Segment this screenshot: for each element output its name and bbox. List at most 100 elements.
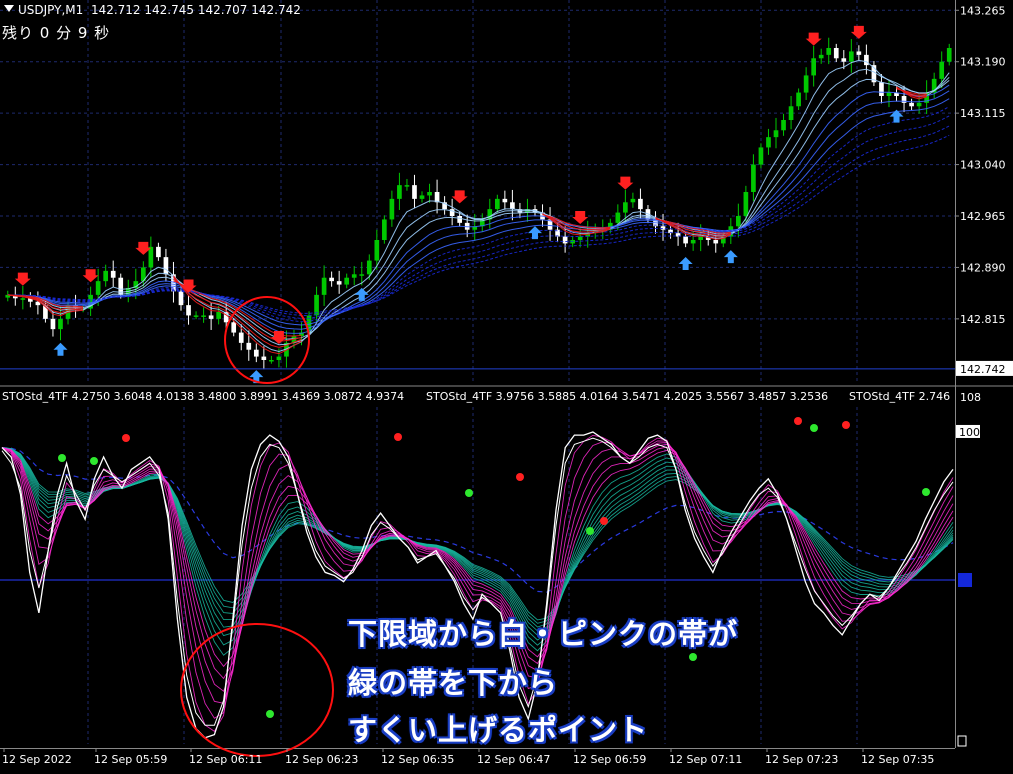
annotation-line-3: すくい上げるポイント xyxy=(348,707,648,749)
price-axis-label: 143.190 xyxy=(960,56,1006,69)
candle-body xyxy=(179,291,184,305)
ma-line xyxy=(8,60,949,351)
time-axis-label: 12 Sep 07:11 xyxy=(669,753,742,766)
green-cross-dot xyxy=(266,710,274,718)
candle-body xyxy=(887,93,892,96)
candle-body xyxy=(834,48,839,58)
red-cross-dot xyxy=(122,434,130,442)
candle-body xyxy=(412,185,417,199)
candle-body xyxy=(164,257,169,274)
annotation-line-1: 下限域から白・ピンクの帯が xyxy=(348,611,738,653)
buy-arrow-icon xyxy=(528,226,542,239)
candle-body xyxy=(947,48,952,62)
ma-ribbon xyxy=(8,60,949,353)
green-cross-dot xyxy=(58,454,66,462)
candle-body xyxy=(194,315,199,317)
ma-red-segment xyxy=(580,234,588,235)
highlight-circle-price xyxy=(225,297,309,383)
green-cross-dot xyxy=(922,488,930,496)
candle-body xyxy=(766,137,771,147)
annotation-line-2: 緑の帯を下から xyxy=(348,660,558,702)
candle-body xyxy=(841,58,846,61)
green-cross-dot xyxy=(586,527,594,535)
candle-body xyxy=(909,103,914,106)
time-axis-label: 12 Sep 05:59 xyxy=(94,753,167,766)
candle-body xyxy=(201,315,206,317)
price-axis-label: 143.115 xyxy=(960,107,1006,120)
price-axis-label: 143.265 xyxy=(960,4,1006,17)
red-cross-dot xyxy=(794,417,802,425)
indicator-label-1: STOStd_4TF 4.2750 3.6048 4.0138 3.4800 3… xyxy=(2,390,404,403)
buy-arrow-icon xyxy=(53,343,67,356)
candle-body xyxy=(111,271,116,278)
candle-body xyxy=(796,93,801,107)
ma-red-segment xyxy=(68,309,76,310)
ma-line xyxy=(8,99,949,325)
candle-body xyxy=(390,199,395,220)
candle-body xyxy=(420,195,425,198)
ma-red-segment xyxy=(716,233,724,234)
price-axis-label: 142.890 xyxy=(960,261,1006,274)
candle-body xyxy=(352,274,357,277)
candle-body xyxy=(495,199,500,209)
candle-body xyxy=(616,213,621,223)
lock-icon xyxy=(958,736,966,746)
candle-body xyxy=(857,51,862,54)
time-axis-label: 12 Sep 07:23 xyxy=(765,753,838,766)
candle-body xyxy=(879,82,884,96)
candle-body xyxy=(277,357,282,360)
candle-body xyxy=(736,216,741,226)
candle-body xyxy=(262,357,267,360)
chart-canvas[interactable]: 143.265143.190143.115143.040142.965142.8… xyxy=(0,0,1013,770)
candles xyxy=(5,38,951,370)
candle-body xyxy=(503,199,508,202)
candle-body xyxy=(359,274,364,276)
ma-line xyxy=(8,79,949,339)
candle-body xyxy=(374,240,379,261)
sto-axis-label: 108 xyxy=(960,391,981,404)
candle-body xyxy=(623,202,628,212)
indicator-label-3: STOStd_4TF 2.746 xyxy=(849,390,950,403)
green-cross-dot xyxy=(465,489,473,497)
candle-body xyxy=(563,237,568,244)
candle-body xyxy=(691,240,696,243)
price-axis-label: 142.965 xyxy=(960,210,1006,223)
candle-body xyxy=(149,247,154,268)
candle-body xyxy=(254,350,259,357)
time-axis-label: 12 Sep 06:59 xyxy=(573,753,646,766)
candle-body xyxy=(269,360,274,362)
candle-body xyxy=(789,106,794,120)
ma-red-segment xyxy=(211,307,219,308)
candle-body xyxy=(96,281,101,295)
candle-body xyxy=(103,271,108,281)
candle-body xyxy=(781,120,786,130)
chart-window[interactable]: 143.265143.190143.115143.040142.965142.8… xyxy=(0,0,1013,770)
sell-arrow-icon xyxy=(572,211,588,224)
candle-body xyxy=(51,319,56,329)
dropdown-triangle-icon[interactable] xyxy=(4,5,14,12)
candle-body xyxy=(631,199,636,202)
candle-body xyxy=(849,51,854,61)
ohlc-values: 142.712 142.745 142.707 142.742 xyxy=(91,3,301,17)
candle-body xyxy=(322,278,327,295)
candle-body xyxy=(216,312,221,319)
candle-body xyxy=(751,165,756,192)
candle-body xyxy=(744,192,749,216)
candle-body xyxy=(156,247,161,257)
candle-body xyxy=(917,103,922,106)
candle-body xyxy=(939,62,944,79)
candle-body xyxy=(811,58,816,75)
sto-axis-label: 100 xyxy=(959,426,980,439)
candle-body xyxy=(819,55,824,58)
sell-arrow-icon xyxy=(83,269,99,282)
symbol-name: USDJPY,M1 xyxy=(18,3,83,17)
candle-body xyxy=(774,130,779,137)
ma-red-segment xyxy=(53,314,61,316)
buy-arrow-icon xyxy=(724,250,738,263)
candle-body xyxy=(713,240,718,243)
sell-arrow-icon xyxy=(452,190,468,203)
sell-arrow-icon xyxy=(15,273,31,286)
ma-red-segment xyxy=(271,352,279,353)
candle-body xyxy=(405,185,410,187)
highlight-circle-stochastic xyxy=(181,624,333,756)
